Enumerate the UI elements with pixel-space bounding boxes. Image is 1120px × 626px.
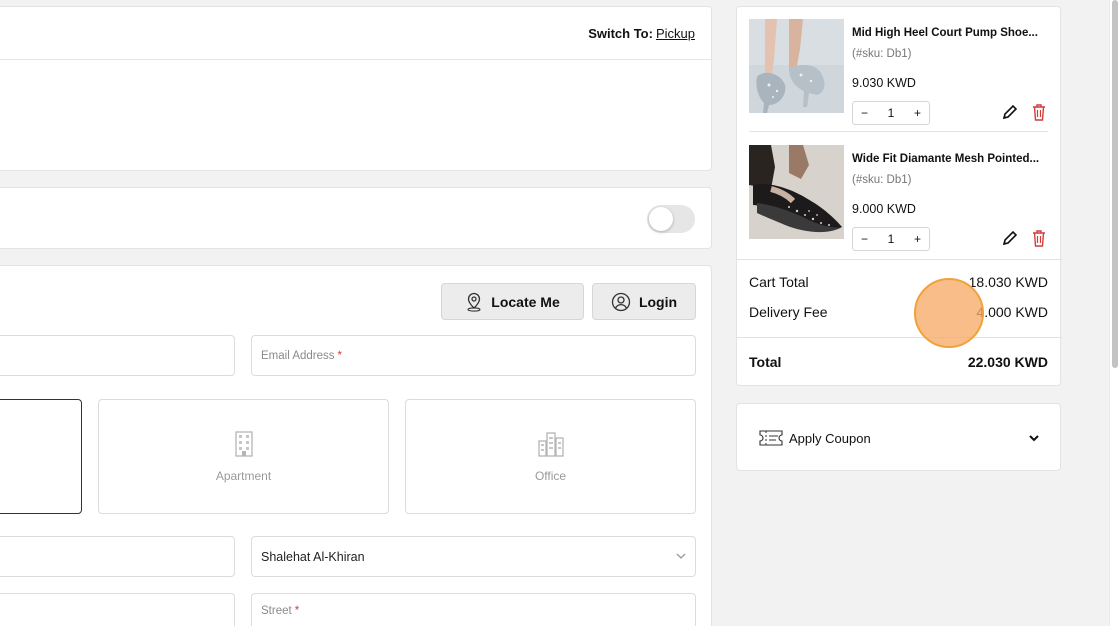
- cart-item: Wide Fit Diamante Mesh Pointed... (#sku:…: [749, 145, 1048, 255]
- edit-pencil-icon[interactable]: [1001, 229, 1019, 247]
- option-toggle-switch[interactable]: [647, 205, 695, 233]
- location-pin-icon: [467, 292, 481, 312]
- product-price: 9.000 KWD: [852, 202, 916, 216]
- office-buildings-icon: [537, 431, 564, 457]
- login-label: Login: [638, 293, 678, 310]
- quantity-stepper: − 1 +: [852, 227, 930, 251]
- increase-qty-button[interactable]: +: [914, 106, 921, 120]
- pickup-link[interactable]: Pickup: [656, 26, 695, 41]
- quantity-value: 1: [887, 106, 895, 120]
- edit-pencil-icon[interactable]: [1001, 103, 1019, 121]
- decrease-qty-button[interactable]: −: [861, 232, 868, 246]
- delivery-method-card: Switch To: Pickup: [0, 6, 712, 171]
- name-field[interactable]: [0, 335, 235, 376]
- product-sku: (#sku: Db1): [852, 48, 912, 60]
- cart-total-value: 18.030 KWD: [968, 274, 1048, 290]
- product-price: 9.030 KWD: [852, 76, 916, 90]
- quantity-stepper: − 1 +: [852, 101, 930, 125]
- silver-glitter-heel-photo: [749, 19, 844, 113]
- cart-total-label: Cart Total: [749, 274, 809, 290]
- total-value: 22.030 KWD: [967, 354, 1048, 370]
- trash-icon[interactable]: [1031, 103, 1047, 121]
- apply-coupon-label: Apply Coupon: [789, 431, 871, 446]
- product-name[interactable]: Mid High Heel Court Pump Shoe...: [852, 27, 1048, 39]
- cart-item: Mid High Heel Court Pump Shoe... (#sku: …: [749, 19, 1048, 129]
- summary-divider: [737, 259, 1062, 260]
- total-row: Total 22.030 KWD: [749, 354, 1048, 370]
- trash-icon[interactable]: [1031, 229, 1047, 247]
- email-placeholder: Email Address: [261, 349, 335, 362]
- option-toggle-card: [0, 187, 712, 249]
- required-mark: *: [294, 605, 300, 617]
- cart-total-row: Cart Total 18.030 KWD: [749, 274, 1048, 290]
- switch-delivery-mode: Switch To: Pickup: [588, 26, 695, 41]
- address-type-apartment[interactable]: Apartment: [98, 399, 389, 514]
- quantity-value: 1: [887, 232, 895, 246]
- cart-summary-card: Mid High Heel Court Pump Shoe... (#sku: …: [736, 6, 1062, 386]
- address-type-house[interactable]: [0, 399, 82, 514]
- locate-me-label: Locate Me: [491, 293, 560, 310]
- toggle-knob: [649, 207, 673, 231]
- block-field[interactable]: [0, 536, 235, 577]
- login-button[interactable]: Login: [592, 283, 696, 320]
- avenue-field[interactable]: [0, 593, 235, 626]
- item-divider: [749, 131, 1048, 132]
- product-name[interactable]: Wide Fit Diamante Mesh Pointed...: [852, 153, 1048, 165]
- chevron-down-icon: [1029, 435, 1039, 442]
- apply-coupon-toggle[interactable]: Apply Coupon: [736, 403, 1061, 471]
- address-form-card: Locate Me Login Email Address * Apartment…: [0, 265, 712, 626]
- total-divider: [737, 337, 1062, 338]
- page-scrollbar[interactable]: [1109, 0, 1120, 626]
- street-field[interactable]: Street *: [251, 593, 696, 626]
- scrollbar-thumb[interactable]: [1112, 0, 1118, 368]
- office-label: Office: [534, 468, 567, 483]
- black-diamante-mesh-heel-photo: [749, 145, 844, 239]
- switch-label: Switch To:: [588, 26, 653, 41]
- product-sku: (#sku: Db1): [852, 174, 912, 186]
- required-mark: *: [337, 349, 342, 362]
- apartment-building-icon: [234, 430, 253, 457]
- decrease-qty-button[interactable]: −: [861, 106, 868, 120]
- delivery-fee-row: Delivery Fee 4.000 KWD: [749, 304, 1048, 320]
- product-image[interactable]: [749, 145, 844, 239]
- delivery-fee-value: 4.000 KWD: [976, 304, 1048, 320]
- locate-me-button[interactable]: Locate Me: [441, 283, 584, 320]
- address-type-office[interactable]: Office: [405, 399, 696, 514]
- street-placeholder: Street: [261, 605, 292, 617]
- email-field[interactable]: Email Address *: [251, 335, 696, 376]
- card-divider: [0, 59, 711, 60]
- area-select[interactable]: Shalehat Al-Khiran: [251, 536, 696, 577]
- delivery-fee-label: Delivery Fee: [749, 304, 828, 320]
- increase-qty-button[interactable]: +: [914, 232, 921, 246]
- chevron-down-icon: [676, 553, 686, 559]
- area-value: Shalehat Al-Khiran: [261, 549, 365, 564]
- product-image[interactable]: [749, 19, 844, 113]
- total-label: Total: [749, 354, 782, 370]
- coupon-ticket-icon: [759, 430, 783, 446]
- user-circle-icon: [611, 292, 631, 311]
- apartment-label: Apartment: [215, 468, 272, 483]
